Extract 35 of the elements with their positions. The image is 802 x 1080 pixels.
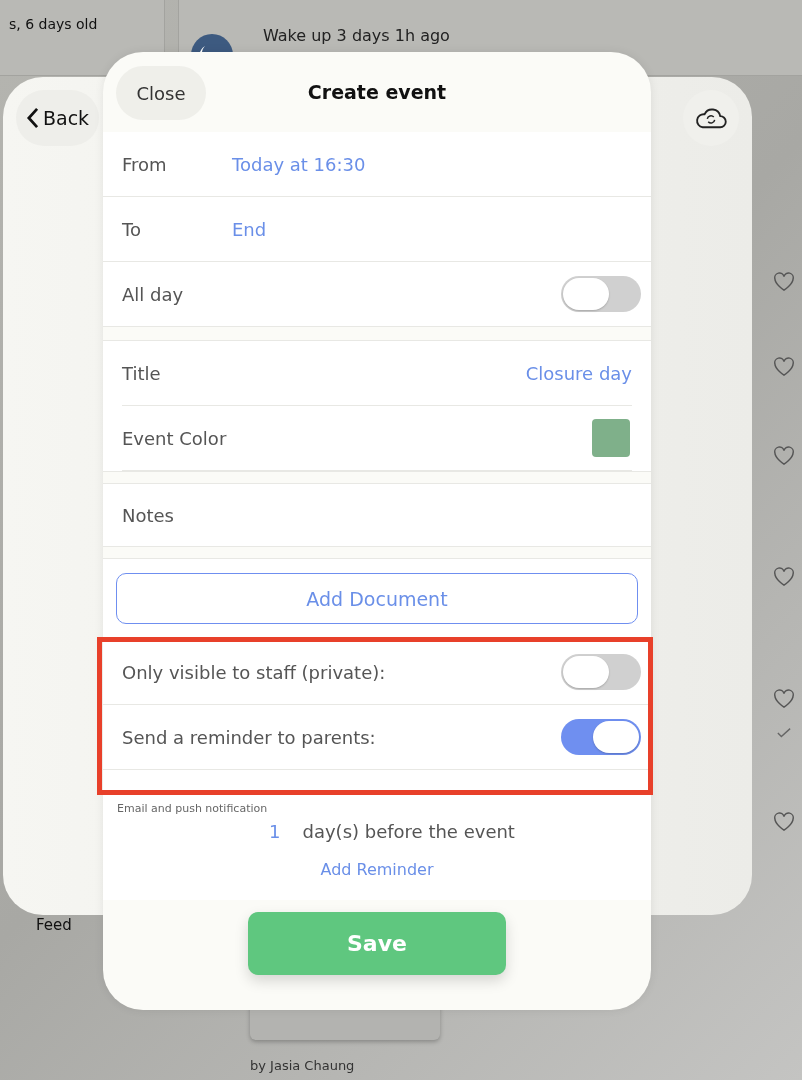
heart-icon[interactable]: [773, 357, 795, 377]
author-text: by Jasia Chaung: [250, 1058, 355, 1073]
reminder-text: day(s) before the event: [302, 821, 515, 842]
toggle-label: Send a reminder to parents:: [122, 726, 377, 748]
heart-icon[interactable]: [773, 689, 795, 709]
heart-icon[interactable]: [773, 567, 795, 587]
cloud-sync-icon: [694, 106, 728, 130]
heart-icon[interactable]: [773, 272, 795, 292]
chevron-left-icon: [26, 107, 39, 129]
field-label: To: [122, 218, 142, 240]
tab-label[interactable]: Feed: [36, 916, 72, 934]
toggle-switch[interactable]: [561, 276, 641, 312]
toggle-switch[interactable]: [561, 719, 641, 755]
field-label: Title: [122, 362, 162, 384]
field-value[interactable]: Closure day: [525, 362, 632, 384]
add-reminder-link[interactable]: Add Reminder: [320, 842, 434, 879]
hint-text: Email and push notification: [116, 801, 269, 815]
field-value[interactable]: End: [232, 218, 267, 240]
activity-text: Wake up 3 days 1h ago: [263, 26, 450, 45]
day-count[interactable]: 1: [269, 821, 281, 842]
add-document-button[interactable]: Add Document: [116, 573, 638, 624]
save-button[interactable]: Save: [248, 912, 506, 975]
toggle-switch[interactable]: [561, 654, 641, 690]
field-label: Event Color: [122, 427, 228, 449]
toggle-label: Only visible to staff (private):: [122, 661, 387, 683]
heart-icon[interactable]: [773, 812, 795, 832]
age-text: s, 6 days old: [9, 16, 98, 32]
field-value[interactable]: Today at 16:30: [232, 153, 366, 175]
field-label: From: [122, 153, 168, 175]
field-label: All day: [122, 283, 185, 305]
modal-title: Create event: [307, 81, 447, 103]
heart-icon[interactable]: [773, 446, 795, 466]
close-button[interactable]: Close: [116, 66, 206, 120]
back-button[interactable]: Back: [16, 90, 100, 146]
color-swatch[interactable]: [592, 419, 630, 457]
